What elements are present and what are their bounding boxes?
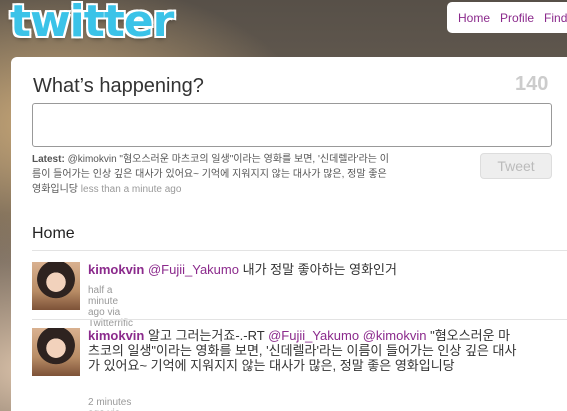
tweet-mention[interactable]: @kimokvin: [363, 328, 427, 343]
latest-status: Latest: @kimokvin "혐오스러운 마츠코의 일생"이라는 영화를…: [32, 152, 392, 197]
tweet-mention[interactable]: @Fujii_Yakumo: [148, 262, 239, 277]
nav-profile-link[interactable]: Profile: [500, 11, 534, 25]
divider: [32, 319, 567, 320]
status-input[interactable]: [32, 103, 552, 147]
tweet-text: kimokvin 알고 그러는거죠-.-RT @Fujii_Yakumo @ki…: [88, 328, 518, 373]
tweet-username[interactable]: kimokvin: [88, 328, 144, 343]
whats-happening-heading: What’s happening?: [33, 75, 204, 97]
tweet-mention[interactable]: @Fujii_Yakumo: [268, 328, 359, 343]
avatar[interactable]: [32, 262, 80, 310]
nav-find-link[interactable]: Find: [544, 11, 567, 25]
tweet-username[interactable]: kimokvin: [88, 262, 144, 277]
main-content: What’s happening? 140 Latest: @kimokvin …: [11, 57, 567, 411]
twitter-logo[interactable]: twitter: [10, 0, 174, 47]
tweet-meta[interactable]: half a minute ago via Twitterrific: [88, 285, 133, 329]
character-counter: 140: [515, 73, 549, 95]
nav-home-link[interactable]: Home: [458, 11, 490, 25]
tweet-text: kimokvin @Fujii_Yakumo 내가 정말 좋아하는 영화인거: [88, 262, 518, 277]
latest-label: Latest:: [32, 154, 65, 165]
tweet-button[interactable]: Tweet: [480, 153, 552, 179]
tweet-content: 알고 그러는거죠-.-RT: [147, 328, 265, 343]
avatar[interactable]: [32, 328, 80, 376]
timeline-heading: Home: [32, 225, 75, 242]
tweet-content: 내가 정말 좋아하는 영화인거: [242, 262, 397, 277]
latest-timestamp[interactable]: less than a minute ago: [81, 184, 182, 195]
tweet-meta[interactable]: 2 minutes ago via Twitterrific: [88, 397, 133, 411]
top-navigation: Home Profile Find: [447, 2, 567, 33]
divider: [32, 250, 567, 251]
